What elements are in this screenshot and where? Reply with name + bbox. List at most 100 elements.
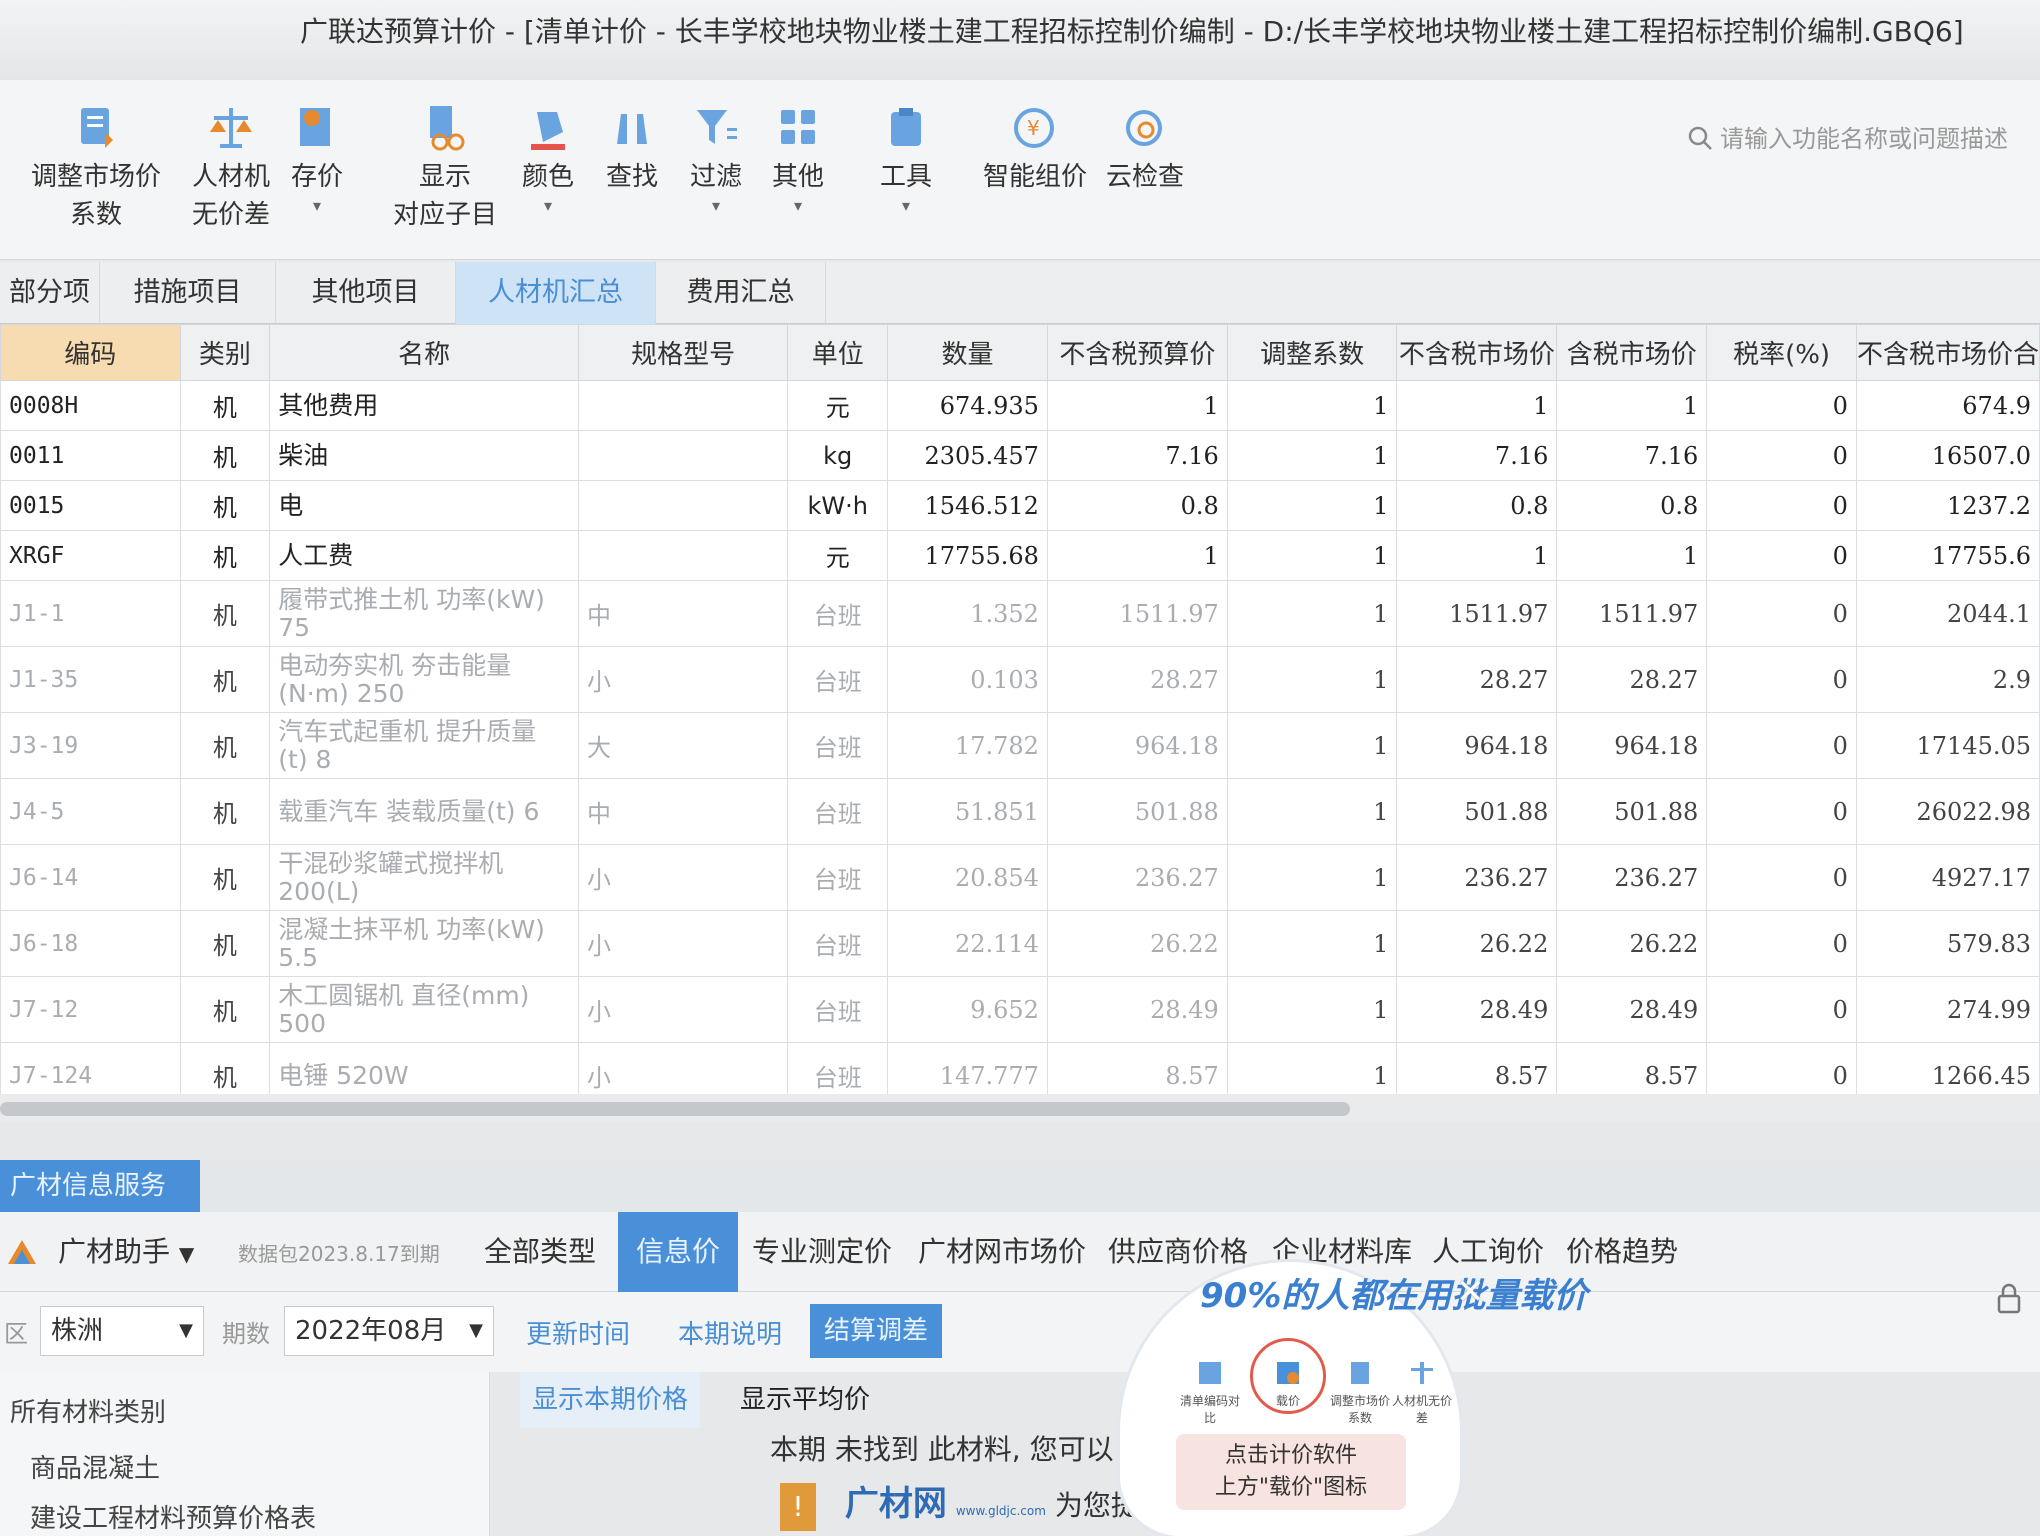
cell-market-total[interactable]: 17755.6	[1855, 530, 2040, 581]
cell-market-price[interactable]: 8.57	[1396, 1042, 1558, 1094]
cell-code[interactable]: 0011	[0, 430, 181, 481]
cell-budget-price[interactable]: 8.57	[1046, 1042, 1228, 1094]
cell-quantity[interactable]: 9.652	[887, 976, 1048, 1043]
col-header-budget-price[interactable]: 不含税预算价	[1046, 324, 1228, 381]
cell-market-total[interactable]: 579.83	[1855, 910, 2040, 977]
cell-unit[interactable]: 台班	[787, 910, 889, 977]
cell-market-price-tax[interactable]: 1	[1556, 530, 1708, 581]
cell-category[interactable]: 机	[179, 480, 271, 531]
cell-spec[interactable]: 小	[577, 910, 789, 977]
cell-tax-rate[interactable]: 0	[1706, 380, 1857, 431]
cell-budget-price[interactable]: 28.27	[1046, 646, 1228, 713]
cell-unit[interactable]: 元	[787, 530, 889, 581]
cell-category[interactable]: 机	[179, 976, 271, 1043]
cell-market-price[interactable]: 1	[1396, 380, 1558, 431]
table-row[interactable]: J7-124 机电锤 520W 小台班 147.777 8.57 1 8.57 8.57 0 12…	[0, 1042, 2040, 1094]
cell-spec[interactable]: 小	[577, 1042, 789, 1094]
settlement-adjust-button[interactable]: 结算调差	[810, 1304, 942, 1358]
cell-market-total[interactable]: 674.9	[1855, 380, 2040, 431]
cell-name[interactable]: 汽车式起重机 提升质量 (t) 8	[269, 712, 579, 779]
tools-button[interactable]: 工具 ▾	[870, 104, 942, 216]
cell-unit[interactable]: 台班	[787, 646, 889, 713]
cell-name[interactable]: 混凝土抹平机 功率(kW) 5.5	[269, 910, 579, 977]
cell-budget-price[interactable]: 7.16	[1046, 430, 1228, 481]
table-row[interactable]: J7-12 机木工圆锯机 直径(mm) 500 小台班 9.652 28.49 1 28.4…	[0, 976, 2040, 1043]
cell-category[interactable]: 机	[179, 380, 271, 431]
cell-market-price[interactable]: 236.27	[1396, 844, 1558, 911]
col-header-market-price-tax[interactable]: 含税市场价	[1556, 324, 1708, 381]
cell-tax-rate[interactable]: 0	[1706, 480, 1857, 531]
cell-market-total[interactable]: 17145.05	[1855, 712, 2040, 779]
cell-category[interactable]: 机	[179, 580, 271, 647]
cell-budget-price[interactable]: 964.18	[1046, 712, 1228, 779]
cell-spec[interactable]	[577, 480, 789, 531]
cell-market-price-tax[interactable]: 236.27	[1556, 844, 1708, 911]
cell-code[interactable]: J1-35	[0, 646, 181, 713]
cell-spec[interactable]	[577, 380, 789, 431]
cell-tax-rate[interactable]: 0	[1706, 580, 1857, 647]
period-note-link[interactable]: 本期说明	[678, 1314, 782, 1351]
cell-unit[interactable]: 台班	[787, 580, 889, 647]
cell-adjust-coef[interactable]: 1	[1226, 430, 1398, 481]
col-header-tax-rate[interactable]: 税率(%)	[1706, 324, 1857, 381]
cell-market-price-tax[interactable]: 501.88	[1556, 778, 1708, 845]
cell-budget-price[interactable]: 1	[1046, 380, 1228, 431]
table-row[interactable]: 0015 机电 kW·h 1546.512 0.8 1 0.8 0.8 0 1237.2	[0, 480, 2040, 531]
cell-market-total[interactable]: 16507.0	[1855, 430, 2040, 481]
tree-item-budget-table[interactable]: 建设工程材料预算价格表	[30, 1498, 316, 1535]
period-select[interactable]: 2022年08月 ▼	[284, 1306, 494, 1356]
cell-code[interactable]: J7-12	[0, 976, 181, 1043]
col-header-name[interactable]: 名称	[269, 324, 579, 381]
cell-market-price[interactable]: 28.49	[1396, 976, 1558, 1043]
cell-tax-rate[interactable]: 0	[1706, 712, 1857, 779]
cell-market-price-tax[interactable]: 7.16	[1556, 430, 1708, 481]
cell-code[interactable]: J3-19	[0, 712, 181, 779]
horizontal-scrollbar[interactable]	[0, 1094, 2040, 1122]
cell-quantity[interactable]: 674.935	[887, 380, 1048, 431]
cell-tax-rate[interactable]: 0	[1706, 778, 1857, 845]
cell-name[interactable]: 其他费用	[269, 380, 579, 431]
cell-code[interactable]: J1-1	[0, 580, 181, 647]
cell-market-total[interactable]: 4927.17	[1855, 844, 2040, 911]
cell-market-total[interactable]: 1266.45	[1855, 1042, 2040, 1094]
cell-spec[interactable]: 中	[577, 580, 789, 647]
cell-market-price[interactable]: 1511.97	[1396, 580, 1558, 647]
cell-market-price[interactable]: 7.16	[1396, 430, 1558, 481]
cell-name[interactable]: 电动夯实机 夯击能量 (N·m) 250	[269, 646, 579, 713]
cell-tax-rate[interactable]: 0	[1706, 1042, 1857, 1094]
cell-unit[interactable]: kg	[787, 430, 889, 481]
lock-icon[interactable]	[1995, 1282, 2023, 1316]
cell-spec[interactable]	[577, 530, 789, 581]
cell-unit[interactable]: kW·h	[787, 480, 889, 531]
cell-market-price-tax[interactable]: 28.27	[1556, 646, 1708, 713]
find-button[interactable]: 查找	[596, 104, 668, 196]
cell-market-price-tax[interactable]: 8.57	[1556, 1042, 1708, 1094]
cloud-check-button[interactable]: 云检查	[1100, 104, 1190, 196]
table-row[interactable]: J1-1 机履带式推土机 功率(kW) 75 中台班 1.352 1511.97 1 151…	[0, 580, 2040, 647]
tree-item-all[interactable]: 所有材料类别	[10, 1392, 166, 1429]
cell-adjust-coef[interactable]: 1	[1226, 778, 1398, 845]
assistant-menu[interactable]: 广材助手 ▼	[58, 1212, 194, 1292]
table-row[interactable]: XRGF 机人工费元 17755.68 1 1 1 1 0 17755.6	[0, 530, 2040, 581]
cell-budget-price[interactable]: 1511.97	[1046, 580, 1228, 647]
cell-quantity[interactable]: 1546.512	[887, 480, 1048, 531]
cell-adjust-coef[interactable]: 1	[1226, 380, 1398, 431]
cell-adjust-coef[interactable]: 1	[1226, 1042, 1398, 1094]
cell-adjust-coef[interactable]: 1	[1226, 910, 1398, 977]
cell-market-price-tax[interactable]: 964.18	[1556, 712, 1708, 779]
cell-adjust-coef[interactable]: 1	[1226, 844, 1398, 911]
cell-market-total[interactable]: 274.99	[1855, 976, 2040, 1043]
save-price-button[interactable]: 存价 ▾	[282, 104, 352, 216]
cell-code[interactable]: J6-14	[0, 844, 181, 911]
cell-category[interactable]: 机	[179, 1042, 271, 1094]
nav-market-price[interactable]: 广材网市场价	[918, 1212, 1086, 1292]
cell-market-price-tax[interactable]: 28.49	[1556, 976, 1708, 1043]
cell-unit[interactable]: 台班	[787, 844, 889, 911]
cell-budget-price[interactable]: 1	[1046, 530, 1228, 581]
cell-code[interactable]: XRGF	[0, 530, 181, 581]
cell-category[interactable]: 机	[179, 712, 271, 779]
tab-labor-material-machine-summary[interactable]: 人材机汇总	[456, 262, 656, 324]
cell-name[interactable]: 柴油	[269, 430, 579, 481]
cell-tax-rate[interactable]: 0	[1706, 430, 1857, 481]
cell-adjust-coef[interactable]: 1	[1226, 712, 1398, 779]
